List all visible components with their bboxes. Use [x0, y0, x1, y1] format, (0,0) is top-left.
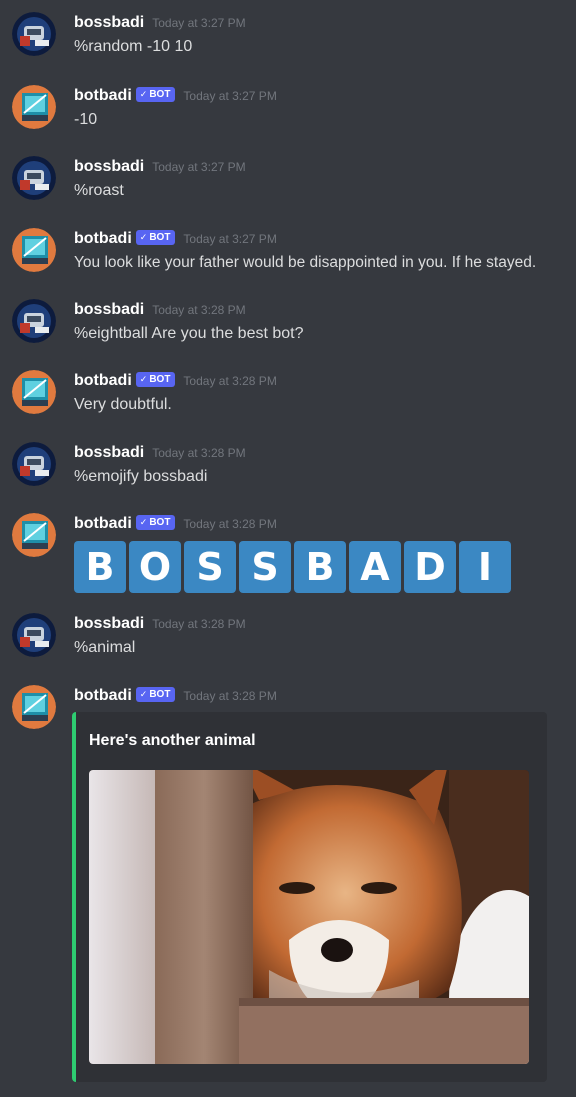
- timestamp: Today at 3:28 PM: [152, 617, 246, 631]
- username[interactable]: bossbadi: [74, 14, 144, 31]
- bot-tag: ✓ BOT: [135, 515, 176, 530]
- regional-indicator-emoji[interactable]: I: [459, 541, 511, 593]
- timestamp: Today at 3:27 PM: [152, 16, 246, 30]
- message-text: You look like your father would be disap…: [74, 254, 537, 271]
- regional-indicator-emoji[interactable]: S: [184, 541, 236, 593]
- username[interactable]: botbadi: [74, 372, 132, 389]
- message-text: %roast: [74, 182, 124, 199]
- user-avatar[interactable]: [12, 12, 56, 56]
- timestamp: Today at 3:27 PM: [183, 232, 277, 246]
- user-avatar[interactable]: [12, 613, 56, 657]
- username[interactable]: bossbadi: [74, 158, 144, 175]
- check-icon: ✓: [139, 232, 148, 242]
- message-text: %animal: [74, 639, 136, 656]
- message-text: Very doubtful.: [74, 396, 172, 413]
- bot-avatar[interactable]: [12, 513, 56, 557]
- bot-tag: ✓ BOT: [135, 230, 176, 245]
- check-icon: ✓: [139, 89, 148, 99]
- message-text: -10: [74, 111, 98, 128]
- user-avatar[interactable]: [12, 156, 56, 200]
- username[interactable]: botbadi: [74, 687, 132, 704]
- username[interactable]: botbadi: [74, 230, 132, 247]
- regional-indicator-emoji[interactable]: B: [74, 541, 126, 593]
- bot-avatar[interactable]: [12, 685, 56, 729]
- timestamp: Today at 3:28 PM: [183, 689, 277, 703]
- username[interactable]: bossbadi: [74, 615, 144, 632]
- user-avatar[interactable]: [12, 299, 56, 343]
- bot-avatar[interactable]: [12, 370, 56, 414]
- timestamp: Today at 3:28 PM: [183, 517, 277, 531]
- message-text: %emojify bossbadi: [74, 468, 208, 485]
- message-text: %random -10 10: [74, 38, 193, 55]
- timestamp: Today at 3:28 PM: [152, 303, 246, 317]
- check-icon: ✓: [139, 517, 148, 527]
- username[interactable]: botbadi: [74, 515, 132, 532]
- message-text: %eightball Are you the best bot?: [74, 325, 304, 342]
- regional-indicator-emoji[interactable]: D: [404, 541, 456, 593]
- bot-tag: ✓ BOT: [135, 687, 176, 702]
- check-icon: ✓: [139, 689, 148, 699]
- regional-indicator-emoji[interactable]: B: [294, 541, 346, 593]
- timestamp: Today at 3:27 PM: [183, 89, 277, 103]
- timestamp: Today at 3:27 PM: [152, 160, 246, 174]
- timestamp: Today at 3:28 PM: [152, 446, 246, 460]
- embed-title: Here's another animal: [89, 732, 256, 749]
- embed: Here's another animal: [72, 712, 547, 1082]
- bot-tag: ✓ BOT: [135, 87, 176, 102]
- username[interactable]: bossbadi: [74, 444, 144, 461]
- regional-indicator-emoji[interactable]: S: [239, 541, 291, 593]
- username[interactable]: bossbadi: [74, 301, 144, 318]
- bot-tag: ✓ BOT: [135, 372, 176, 387]
- regional-indicator-emoji[interactable]: O: [129, 541, 181, 593]
- user-avatar[interactable]: [12, 442, 56, 486]
- regional-indicator-emoji[interactable]: A: [349, 541, 401, 593]
- bot-avatar[interactable]: [12, 85, 56, 129]
- username[interactable]: botbadi: [74, 87, 132, 104]
- bot-avatar[interactable]: [12, 228, 56, 272]
- fox-photo[interactable]: [89, 770, 529, 1064]
- emoji-row: B O S S B A D I: [74, 541, 570, 593]
- timestamp: Today at 3:28 PM: [183, 374, 277, 388]
- check-icon: ✓: [139, 374, 148, 384]
